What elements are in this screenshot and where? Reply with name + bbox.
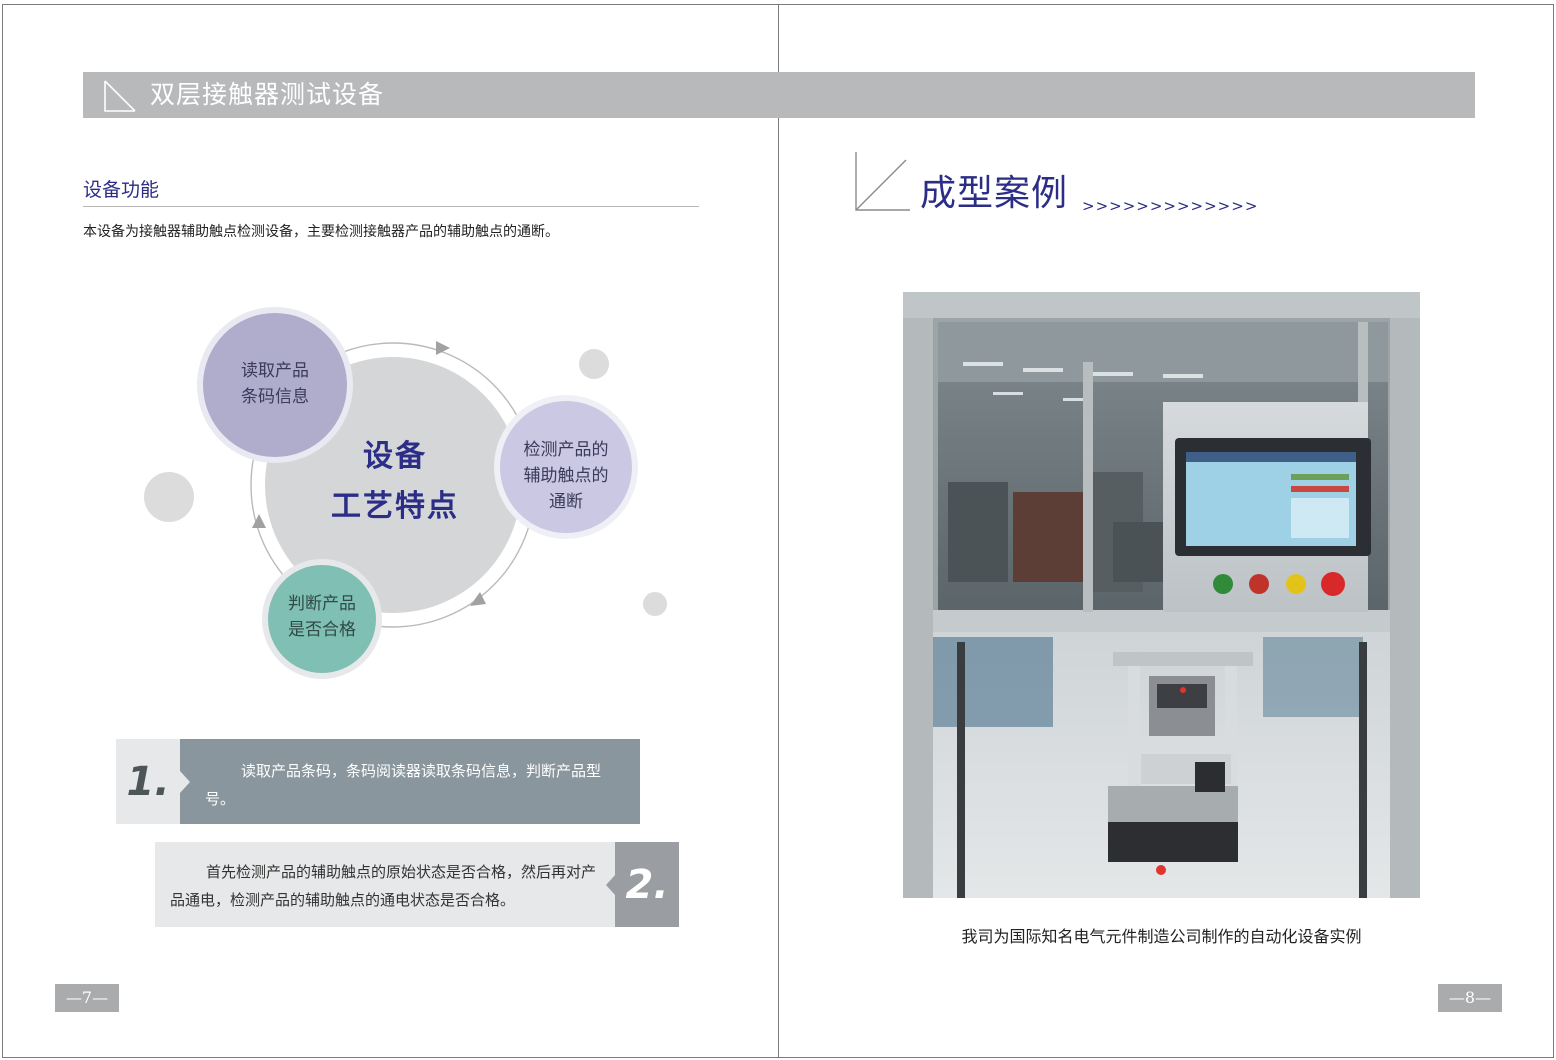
step-2-number: 2. [625,862,669,908]
photo-caption: 我司为国际知名电气元件制造公司制作的自动化设备实例 [961,927,1362,946]
page-number-right: —8— [1438,984,1502,1012]
deco-dot [579,349,609,379]
judge-line-2: 是否合格 [288,620,356,640]
read-barcode-label: 读取产品 条码信息 [205,358,345,410]
read-line-2: 条码信息 [241,387,309,407]
center-line-2: 工艺特点 [331,489,459,524]
deco-dot [643,592,667,616]
detect-line-3: 通断 [549,492,583,512]
detect-contacts-label: 检测产品的 辅助触点的 通断 [500,437,632,515]
deco-dot [144,472,194,522]
judge-line-1: 判断产品 [288,594,356,614]
title-arrows: >>>>>>>>>>>>> [1082,197,1259,215]
judge-product-label: 判断产品 是否合格 [262,591,382,643]
equipment-photo-drawing [903,292,1420,898]
case-title: 成型案例 [920,173,1069,214]
step-2-text: 首先检测产品的辅助触点的原始状态是否合格，然后再对产品通电，检测产品的辅助触点的… [170,863,597,909]
page-number-left: —7— [55,984,119,1012]
detect-line-2: 辅助触点的 [523,466,609,486]
detect-line-1: 检测产品的 [523,440,609,460]
center-title: 设备 工艺特点 [300,432,490,532]
center-line-1: 设备 [363,439,427,474]
read-line-1: 读取产品 [241,361,309,381]
process-diagram [144,307,667,679]
orbit-arrow-icon [436,341,450,355]
step-1-number: 1. [126,759,170,805]
step-1-text: 读取产品条码，条码阅读器读取条码信息，判断产品型号。 [205,762,602,808]
diagonal-corner-icon [855,152,910,211]
equipment-photo [903,292,1420,898]
